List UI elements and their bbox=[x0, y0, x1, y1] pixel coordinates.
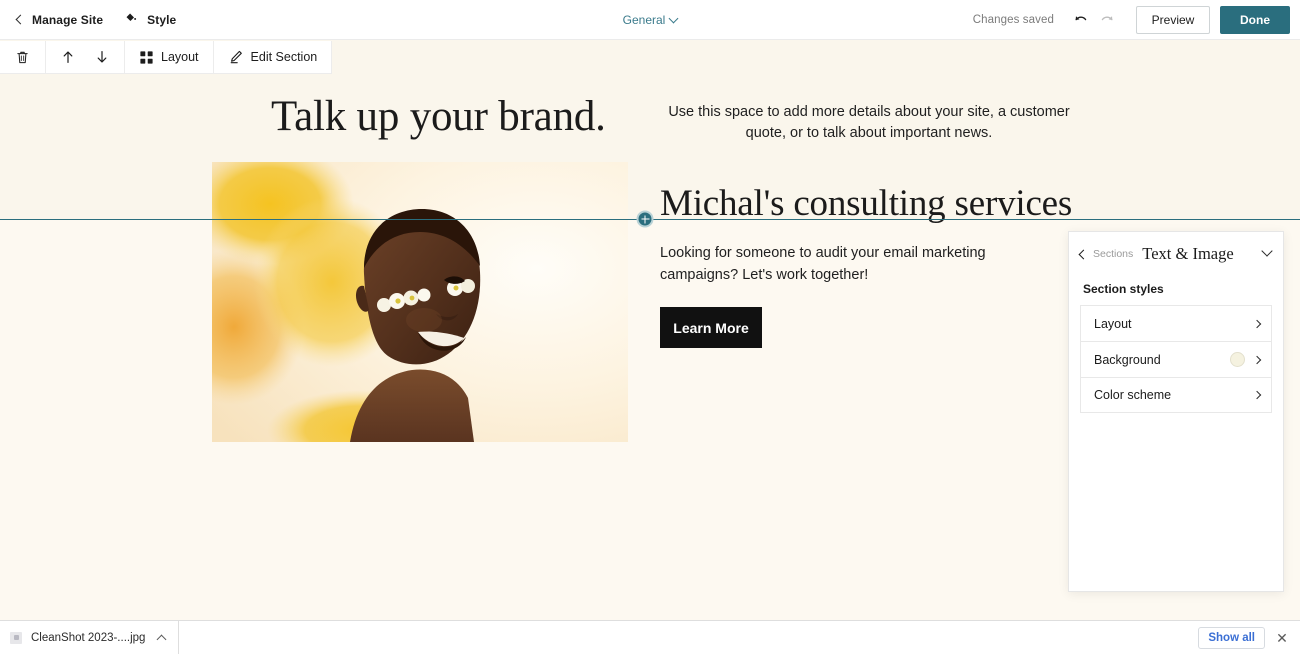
panel-row-label: Layout bbox=[1094, 316, 1132, 331]
chevron-right-icon bbox=[1252, 319, 1262, 328]
arrow-down-icon bbox=[97, 51, 107, 63]
section-heading: Michal's consulting services bbox=[660, 183, 1073, 224]
manage-site-button[interactable]: Manage Site bbox=[8, 8, 112, 32]
portrait-photo bbox=[212, 162, 628, 442]
move-section-down-button[interactable] bbox=[92, 47, 112, 67]
style-diamond-icon bbox=[126, 13, 137, 21]
undo-button[interactable] bbox=[1068, 7, 1094, 33]
panel-title: Text & Image bbox=[1142, 244, 1234, 263]
edit-section-label: Edit Section bbox=[250, 50, 318, 64]
download-file-name: CleanShot 2023-....jpg bbox=[31, 631, 146, 644]
section-body-text: Looking for someone to audit your email … bbox=[660, 245, 986, 283]
general-label: General bbox=[622, 13, 666, 27]
pencil-icon bbox=[230, 50, 242, 64]
edit-section-button[interactable]: Edit Section bbox=[226, 47, 320, 67]
preview-button[interactable]: Preview bbox=[1136, 6, 1210, 34]
panel-row-background[interactable]: Background bbox=[1080, 341, 1272, 377]
toolbar-group-move bbox=[46, 41, 125, 73]
delete-section-button[interactable] bbox=[12, 47, 33, 68]
close-icon[interactable]: ✕ bbox=[1273, 629, 1291, 647]
chevron-down-icon[interactable] bbox=[1261, 245, 1273, 257]
panel-row-right bbox=[1252, 319, 1262, 328]
back-to-sections-button[interactable]: Sections bbox=[1078, 248, 1134, 260]
grid-icon bbox=[140, 50, 153, 64]
section-image[interactable] bbox=[212, 162, 628, 442]
section-toolbar: Layout Edit Section bbox=[0, 41, 333, 74]
layout-label: Layout bbox=[161, 50, 199, 64]
panel-row-label: Background bbox=[1094, 352, 1161, 367]
panel-row-label: Color scheme bbox=[1094, 388, 1172, 402]
chevron-down-icon bbox=[668, 13, 679, 23]
hero-title: Talk up your brand. bbox=[271, 93, 606, 140]
redo-arrow-icon bbox=[1101, 16, 1113, 21]
panel-row-right bbox=[1252, 390, 1262, 400]
trash-icon bbox=[17, 51, 28, 63]
panel-header: Sections Text & Image bbox=[1069, 232, 1283, 276]
download-bar-actions: Show all ✕ bbox=[1198, 626, 1300, 649]
toolbar-group-edit: Edit Section bbox=[214, 41, 332, 73]
section-styles-label: Section styles bbox=[1083, 282, 1164, 296]
done-label: Done bbox=[1240, 13, 1270, 27]
manage-site-label: Manage Site bbox=[32, 12, 104, 27]
done-button[interactable]: Done bbox=[1220, 6, 1290, 34]
learn-more-button[interactable]: Learn More bbox=[660, 307, 762, 348]
style-button[interactable]: Style bbox=[116, 7, 185, 32]
file-thumbnail-icon bbox=[10, 631, 22, 644]
preview-label: Preview bbox=[1151, 13, 1195, 27]
download-bar: CleanShot 2023-....jpg Show all ✕ bbox=[0, 620, 1300, 654]
move-section-up-button[interactable] bbox=[58, 47, 78, 67]
app-header: Manage Site Style General Changes saved bbox=[0, 0, 1300, 40]
toolbar-group-layout: Layout bbox=[125, 41, 214, 73]
panel-row-layout[interactable]: Layout bbox=[1080, 305, 1272, 341]
background-color-swatch[interactable] bbox=[1230, 352, 1245, 367]
layout-button[interactable]: Layout bbox=[137, 48, 201, 67]
undo-arrow-icon bbox=[1075, 16, 1087, 21]
chevron-right-icon bbox=[1252, 355, 1262, 364]
chevron-left-icon bbox=[15, 14, 26, 25]
panel-row-color-scheme[interactable]: Color scheme bbox=[1080, 377, 1272, 413]
section-settings-panel: Sections Text & Image Section styles Lay… bbox=[1068, 231, 1284, 592]
section-text-column: Michal's consulting services Looking for… bbox=[660, 185, 1080, 348]
header-left-group: Manage Site Style bbox=[0, 7, 185, 32]
general-dropdown[interactable]: General bbox=[617, 9, 684, 31]
hero-subtitle: Use this space to add more details about… bbox=[668, 104, 1070, 141]
arrow-up-icon bbox=[63, 51, 73, 63]
panel-row-right bbox=[1230, 352, 1262, 367]
show-all-button[interactable]: Show all bbox=[1198, 626, 1265, 649]
caret-up-icon[interactable] bbox=[157, 634, 167, 645]
redo-button[interactable] bbox=[1094, 7, 1120, 33]
header-right-group: Changes saved Preview Done bbox=[973, 0, 1290, 40]
download-item[interactable]: CleanShot 2023-....jpg bbox=[0, 620, 180, 654]
style-label: Style bbox=[147, 12, 177, 27]
section-styles-list: Layout Background Color scheme bbox=[1069, 305, 1283, 413]
changes-saved-status: Changes saved bbox=[972, 14, 1054, 26]
chevron-right-icon bbox=[1252, 390, 1262, 400]
toolbar-group-delete bbox=[0, 41, 46, 73]
plus-circle-icon[interactable] bbox=[636, 210, 654, 228]
panel-back-label: Sections bbox=[1093, 248, 1134, 260]
chevron-left-icon bbox=[1078, 249, 1089, 259]
